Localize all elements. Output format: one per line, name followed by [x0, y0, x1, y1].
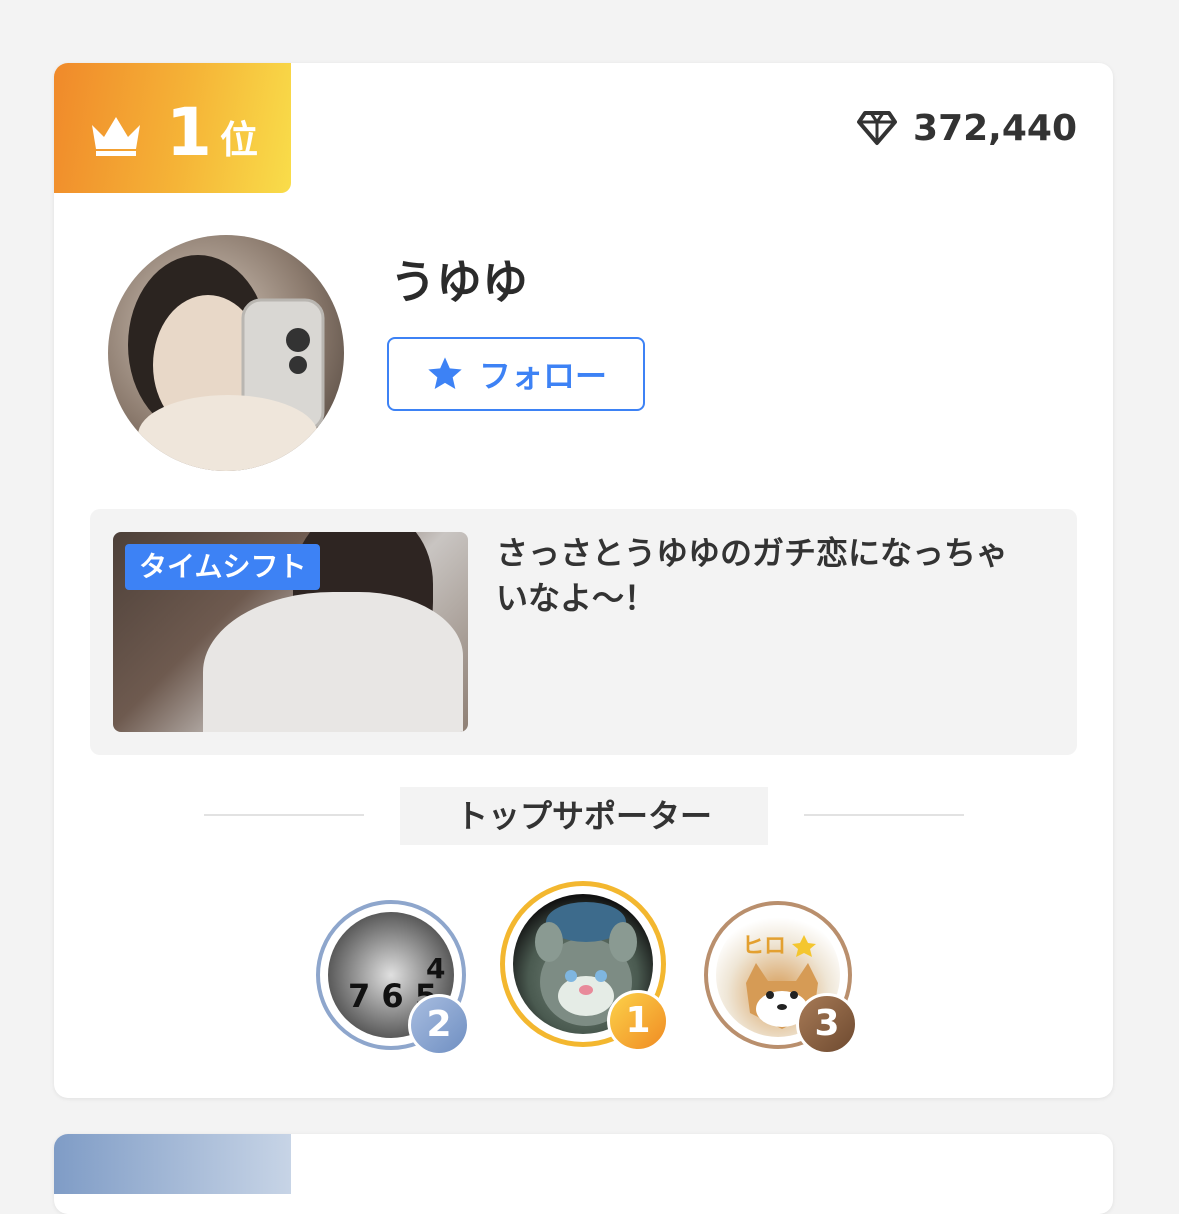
supporters-heading: トップサポーター: [400, 787, 768, 845]
timeshift-tag: タイムシフト: [125, 544, 321, 590]
rank-badge-2: [54, 1134, 291, 1194]
score: 372,440: [857, 105, 1077, 151]
supporter-avatar-rank-3[interactable]: ヒロ 3: [704, 901, 858, 1055]
next-ranking-card: [54, 1134, 1113, 1214]
rank-suffix: 位: [220, 118, 259, 162]
divider-left: [204, 814, 364, 816]
supporter-rank-badge: 3: [796, 993, 858, 1055]
ranking-card: 1 位 372,440 うゆゆ フォロー タイムシフト さっさとうゆゆのガチ恋に…: [54, 63, 1113, 1098]
supporter-rank-badge: 1: [607, 990, 669, 1052]
divider-right: [804, 814, 964, 816]
svg-text:ヒロ: ヒロ: [742, 934, 786, 959]
follow-button[interactable]: フォロー: [387, 337, 645, 411]
username: うゆゆ: [390, 255, 528, 309]
supporter-avatar-rank-1[interactable]: 1: [500, 881, 669, 1052]
star-icon: [428, 357, 462, 389]
follow-label: フォロー: [478, 357, 607, 395]
score-value: 372,440: [913, 107, 1077, 149]
rank-number: 1: [166, 94, 212, 171]
stream-title[interactable]: さっさとうゆゆのガチ恋になっちゃいなよ〜！: [496, 531, 1036, 621]
supporter-avatar-rank-2[interactable]: 7 6 5 4 2: [316, 900, 470, 1056]
supporters-header: トップサポーター: [54, 785, 1113, 845]
crown-icon: [92, 117, 140, 156]
rank-badge: 1 位: [54, 63, 291, 193]
diamond-icon: [857, 111, 898, 145]
stream-card[interactable]: タイムシフト さっさとうゆゆのガチ恋になっちゃいなよ〜！: [90, 509, 1077, 755]
supporter-rank-badge: 2: [408, 994, 470, 1056]
avatar[interactable]: [108, 235, 344, 471]
stream-thumbnail[interactable]: タイムシフト: [113, 532, 468, 732]
svg-text:4: 4: [426, 952, 445, 985]
